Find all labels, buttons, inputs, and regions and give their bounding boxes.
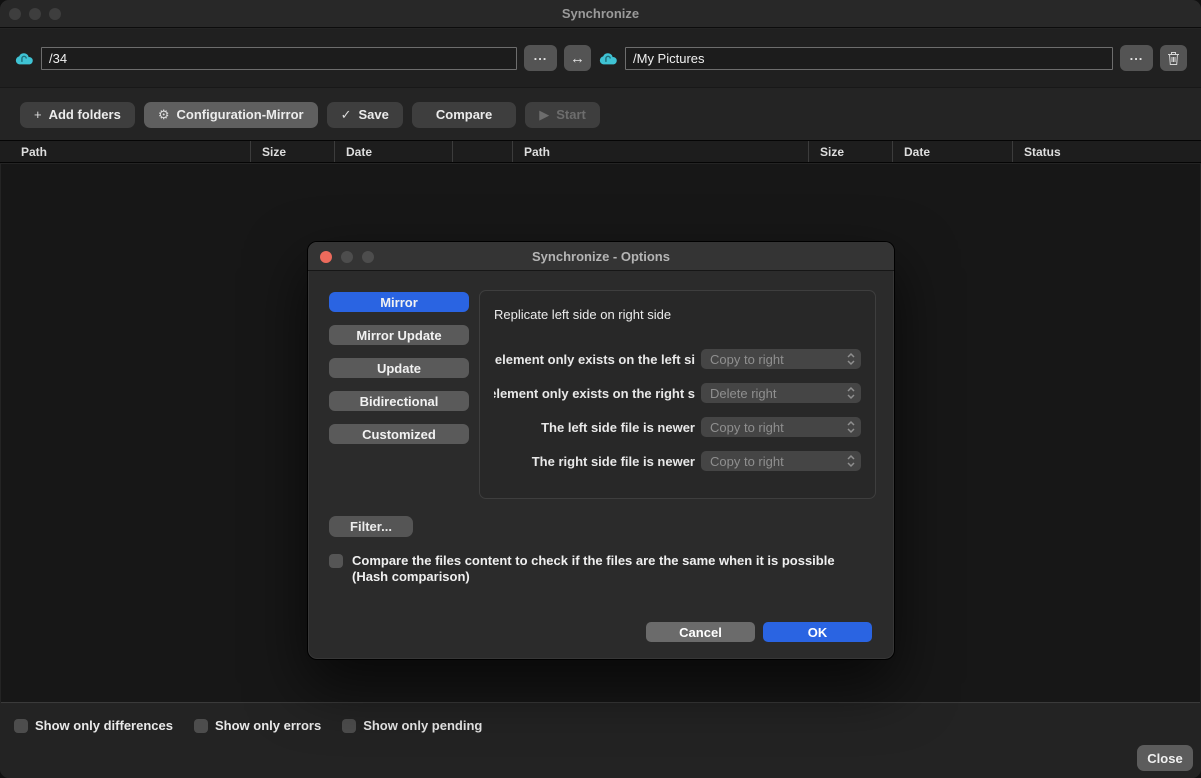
rule-right-newer-label: The right side file is newer bbox=[494, 454, 695, 469]
hash-comparison-option[interactable]: Compare the files content to check if th… bbox=[329, 553, 874, 585]
configuration-label: Configuration-Mirror bbox=[176, 107, 303, 122]
rule-left-newer-value: Copy to right bbox=[710, 420, 846, 435]
rule-right-newer-value: Copy to right bbox=[710, 454, 846, 469]
show-only-differences-option[interactable]: Show only differences bbox=[14, 718, 173, 733]
swap-arrows-icon: ↔ bbox=[570, 50, 585, 67]
gear-icon: ⚙ bbox=[158, 107, 170, 123]
show-only-errors-label: Show only errors bbox=[215, 718, 321, 733]
ok-button[interactable]: OK bbox=[763, 622, 872, 642]
path-toolbar: ... ↔ ... bbox=[0, 29, 1201, 88]
column-header-path-right[interactable]: Path bbox=[512, 141, 808, 162]
show-only-errors-option[interactable]: Show only errors bbox=[194, 718, 321, 733]
rule-left-newer-select[interactable]: Copy to right bbox=[701, 417, 861, 437]
rule-exists-right-value: Delete right bbox=[710, 386, 846, 401]
start-button[interactable]: ▶ Start bbox=[525, 102, 600, 128]
show-only-differences-label: Show only differences bbox=[35, 718, 173, 733]
rule-exists-left-select[interactable]: Copy to right bbox=[701, 349, 861, 369]
mode-customized-button[interactable]: Customized bbox=[329, 424, 469, 444]
rule-right-newer: The right side file is newer Copy to rig… bbox=[494, 451, 861, 471]
column-header-path-left[interactable]: Path bbox=[0, 141, 250, 162]
mode-update-button[interactable]: Update bbox=[329, 358, 469, 378]
show-only-pending-checkbox[interactable] bbox=[342, 719, 356, 733]
add-folders-label: Add folders bbox=[49, 107, 121, 122]
action-toolbar: + Add folders ⚙ Configuration-Mirror ✓ S… bbox=[0, 89, 1201, 140]
chevron-up-down-icon bbox=[846, 352, 856, 366]
hash-comparison-checkbox[interactable] bbox=[329, 554, 343, 568]
delete-pair-button[interactable] bbox=[1160, 45, 1187, 71]
dialog-title: Synchronize - Options bbox=[308, 249, 894, 264]
window-titlebar: Synchronize bbox=[0, 0, 1201, 28]
compare-label: Compare bbox=[436, 107, 492, 122]
column-header-status[interactable]: Status bbox=[1012, 141, 1201, 162]
play-icon: ▶ bbox=[539, 107, 549, 123]
chevron-up-down-icon bbox=[846, 420, 856, 434]
cloud-icon bbox=[598, 51, 618, 66]
rule-left-newer-label: The left side file is newer bbox=[494, 420, 695, 435]
dialog-titlebar: Synchronize - Options bbox=[308, 242, 894, 271]
hash-comparison-label: Compare the files content to check if th… bbox=[352, 553, 874, 585]
trash-icon bbox=[1167, 51, 1180, 66]
mode-description: Replicate left side on right side bbox=[494, 307, 861, 322]
synchronize-window: Synchronize ... ↔ ... + Add folders bbox=[0, 0, 1201, 778]
rule-exists-left-value: Copy to right bbox=[710, 352, 846, 367]
compare-button[interactable]: Compare bbox=[412, 102, 516, 128]
rule-exists-right: The element only exists on the right s D… bbox=[494, 383, 861, 403]
mode-mirror-button[interactable]: Mirror bbox=[329, 292, 469, 312]
window-title: Synchronize bbox=[0, 6, 1201, 21]
save-button[interactable]: ✓ Save bbox=[327, 102, 403, 128]
filter-button[interactable]: Filter... bbox=[329, 516, 413, 537]
column-header-size-right[interactable]: Size bbox=[808, 141, 892, 162]
left-path-input[interactable] bbox=[41, 47, 517, 70]
cancel-button[interactable]: Cancel bbox=[646, 622, 755, 642]
rule-list: The element only exists on the left si C… bbox=[494, 349, 861, 471]
options-dialog: Synchronize - Options Mirror Mirror Upda… bbox=[307, 241, 895, 660]
column-header-date-right[interactable]: Date bbox=[892, 141, 1012, 162]
rule-exists-left-label: The element only exists on the left si bbox=[494, 352, 695, 367]
configuration-button[interactable]: ⚙ Configuration-Mirror bbox=[144, 102, 318, 128]
rule-exists-right-select[interactable]: Delete right bbox=[701, 383, 861, 403]
right-path-input[interactable] bbox=[625, 47, 1113, 70]
rule-right-newer-select[interactable]: Copy to right bbox=[701, 451, 861, 471]
swap-sides-button[interactable]: ↔ bbox=[564, 45, 591, 71]
mode-bidirectional-button[interactable]: Bidirectional bbox=[329, 391, 469, 411]
check-icon: ✓ bbox=[341, 107, 352, 123]
dialog-buttons: Cancel OK bbox=[646, 622, 872, 642]
column-header-size-left[interactable]: Size bbox=[250, 141, 334, 162]
cloud-icon bbox=[14, 51, 34, 66]
show-only-differences-checkbox[interactable] bbox=[14, 719, 28, 733]
mode-mirror-update-button[interactable]: Mirror Update bbox=[329, 325, 469, 345]
rule-left-newer: The left side file is newer Copy to righ… bbox=[494, 417, 861, 437]
browse-right-button[interactable]: ... bbox=[1120, 45, 1153, 71]
column-header-spacer bbox=[452, 141, 512, 162]
rule-exists-left: The element only exists on the left si C… bbox=[494, 349, 861, 369]
chevron-up-down-icon bbox=[846, 454, 856, 468]
bottom-bar: Show only differences Show only errors S… bbox=[0, 704, 1201, 778]
browse-left-button[interactable]: ... bbox=[524, 45, 557, 71]
column-header-date-left[interactable]: Date bbox=[334, 141, 452, 162]
sync-mode-list: Mirror Mirror Update Update Bidirectiona… bbox=[329, 292, 469, 444]
show-only-pending-option[interactable]: Show only pending bbox=[342, 718, 482, 733]
file-table-header: Path Size Date Path Size Date Status bbox=[0, 140, 1201, 163]
rule-exists-right-label: The element only exists on the right s bbox=[494, 386, 695, 401]
show-only-pending-label: Show only pending bbox=[363, 718, 482, 733]
filter-checkboxes: Show only differences Show only errors S… bbox=[14, 718, 482, 733]
plus-icon: + bbox=[34, 107, 42, 122]
show-only-errors-checkbox[interactable] bbox=[194, 719, 208, 733]
save-label: Save bbox=[358, 107, 388, 122]
add-folders-button[interactable]: + Add folders bbox=[20, 102, 135, 128]
close-button[interactable]: Close bbox=[1137, 745, 1193, 771]
mode-settings-panel: Replicate left side on right side The el… bbox=[479, 290, 876, 499]
start-label: Start bbox=[556, 107, 586, 122]
chevron-up-down-icon bbox=[846, 386, 856, 400]
